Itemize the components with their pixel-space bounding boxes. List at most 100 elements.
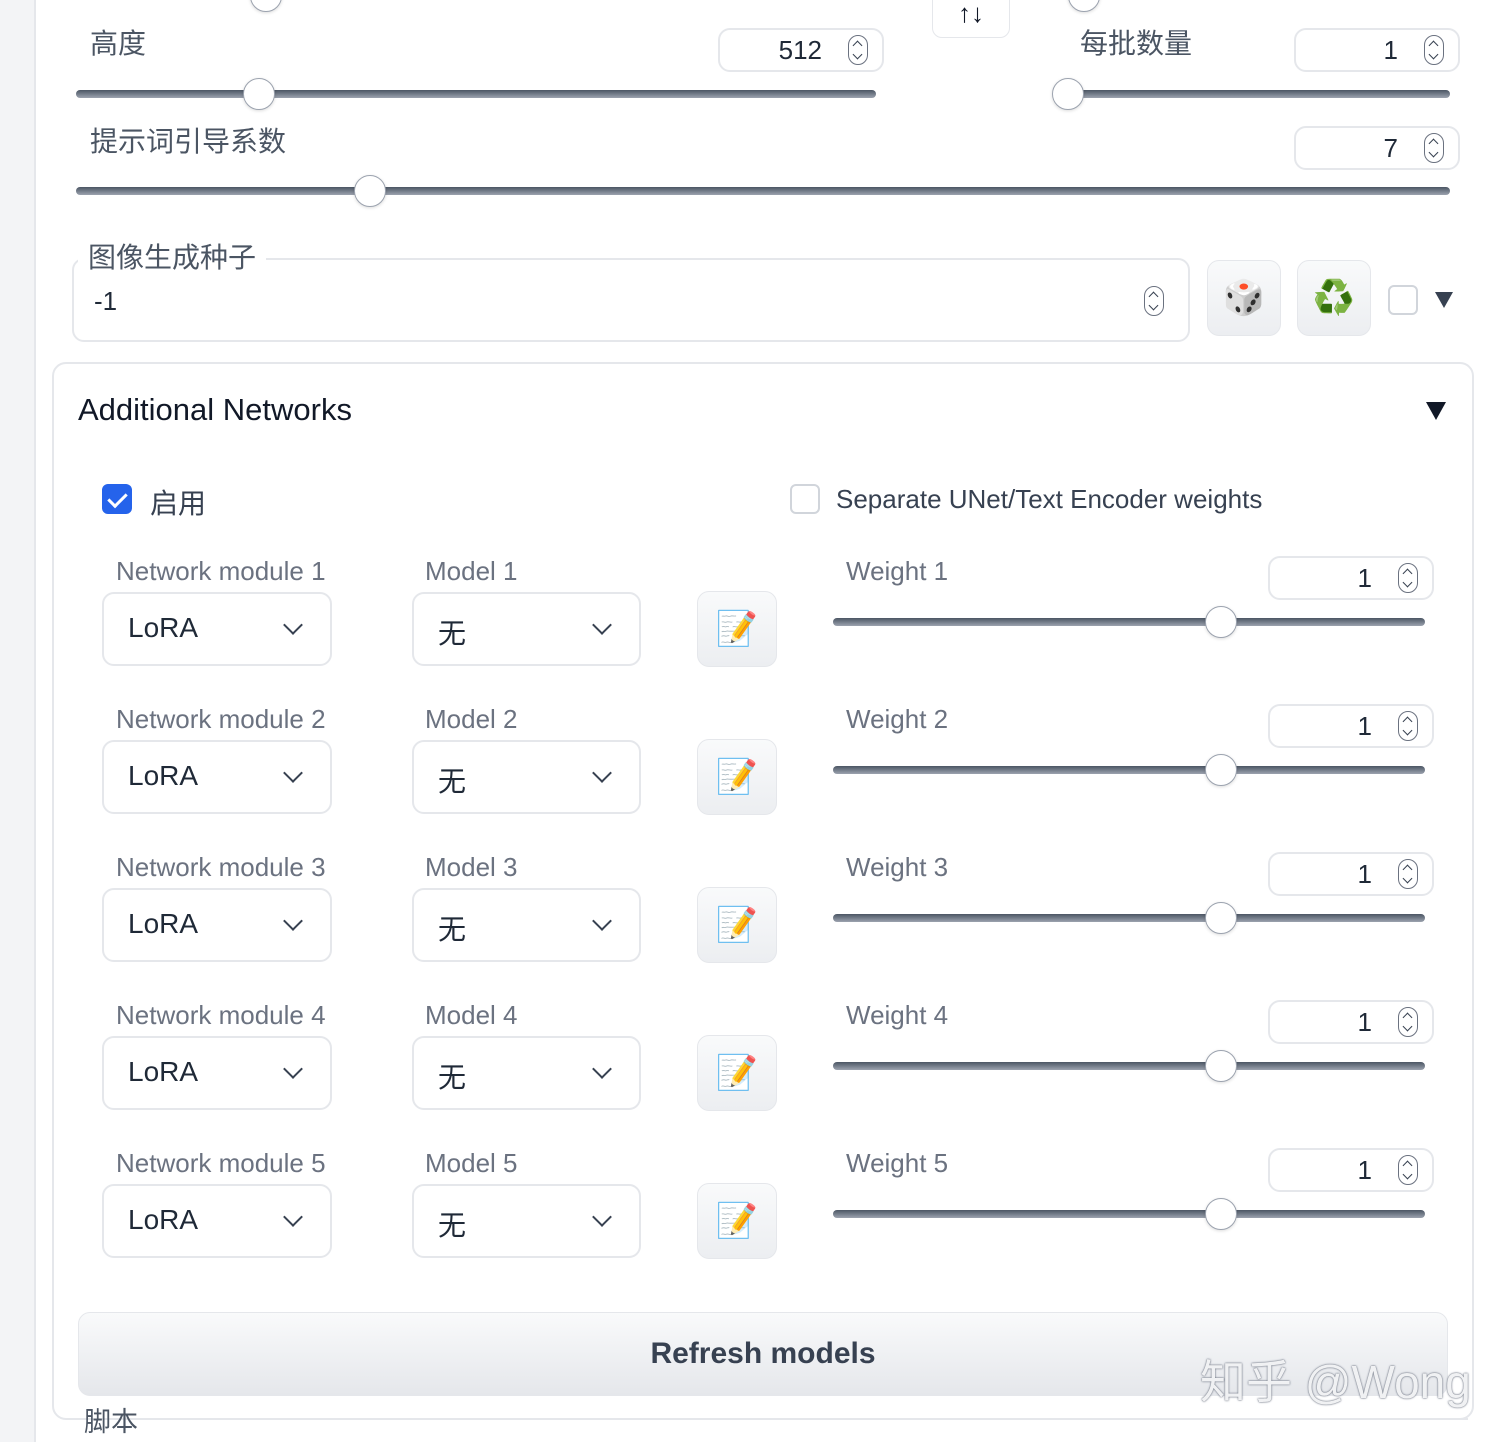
- refresh-models-label: Refresh models: [650, 1337, 876, 1370]
- swap-dimensions-button[interactable]: ↑↓: [932, 0, 1010, 38]
- weight-label-5: Weight 5: [846, 1148, 949, 1178]
- weight-value: 1: [1357, 1006, 1372, 1037]
- batch-size-spinner-icon[interactable]: [1424, 35, 1444, 65]
- network-module-select-5[interactable]: LoRA: [102, 1184, 332, 1258]
- weight-slider-thumb-3[interactable]: [1204, 902, 1237, 934]
- weight-slider-track-4[interactable]: [833, 1062, 1425, 1070]
- cfg-scale-value: 7: [1383, 132, 1398, 163]
- weight-number-input-1[interactable]: 1: [1268, 556, 1434, 600]
- seed-label: 图像生成种子: [78, 236, 267, 276]
- weight-spinner-icon[interactable]: [1398, 711, 1418, 741]
- weight-label-3: Weight 3: [846, 852, 949, 882]
- network-module-select-2[interactable]: LoRA: [102, 740, 332, 814]
- swap-icon: ↑↓: [958, 0, 984, 28]
- model-value: 无: [438, 1062, 467, 1093]
- chevron-down-icon: [283, 763, 303, 783]
- cfg-scale-slider-thumb[interactable]: [353, 175, 386, 207]
- weight-slider-track-5[interactable]: [833, 1210, 1425, 1218]
- weight-value: 1: [1357, 710, 1372, 741]
- height-slider-track[interactable]: [76, 90, 876, 98]
- weight-number-input-4[interactable]: 1: [1268, 1000, 1434, 1044]
- model-label-1: Model 1: [425, 556, 518, 586]
- reuse-seed-button[interactable]: ♻️: [1297, 260, 1371, 336]
- edit-model-button-2[interactable]: 📝: [697, 739, 777, 815]
- separate-weights-label: Separate UNet/Text Encoder weights: [836, 484, 1263, 514]
- model-value: 无: [438, 914, 467, 945]
- seed-spinner-icon[interactable]: [1144, 286, 1164, 316]
- dice-icon: 🎲: [1222, 279, 1266, 317]
- chevron-down-icon: [592, 763, 612, 783]
- memo-edit-icon: 📝: [715, 1202, 759, 1240]
- batch-size-slider-track[interactable]: [1068, 90, 1450, 98]
- chevron-down-icon: [592, 1059, 612, 1079]
- weight-slider-thumb-5[interactable]: [1204, 1198, 1237, 1230]
- weight-slider-thumb-2[interactable]: [1204, 754, 1237, 786]
- enable-label: 启用: [150, 488, 207, 519]
- memo-edit-icon: 📝: [715, 906, 759, 944]
- height-slider-thumb[interactable]: [242, 78, 275, 110]
- model-label-2: Model 2: [425, 704, 518, 734]
- network-module-select-3[interactable]: LoRA: [102, 888, 332, 962]
- scripts-label: 脚本: [84, 1407, 138, 1437]
- network-module-label-3: Network module 3: [116, 852, 326, 882]
- cfg-scale-slider-track[interactable]: [76, 187, 1450, 195]
- model-select-2[interactable]: 无: [412, 740, 641, 814]
- weight-value: 1: [1357, 858, 1372, 889]
- separate-weights-checkbox[interactable]: [790, 484, 820, 514]
- height-number-input[interactable]: 512: [718, 28, 884, 72]
- network-module-value: LoRA: [128, 612, 199, 643]
- weight-slider-thumb-4[interactable]: [1204, 1050, 1237, 1082]
- weight-slider-track-2[interactable]: [833, 766, 1425, 774]
- batch-size-slider-thumb[interactable]: [1052, 78, 1084, 110]
- random-seed-button[interactable]: 🎲: [1207, 260, 1281, 336]
- model-value: 无: [438, 766, 467, 797]
- extra-seed-toggle-icon[interactable]: [1435, 292, 1453, 308]
- cut-off-slider-thumb-right[interactable]: [1068, 0, 1100, 12]
- enable-checkbox[interactable]: [102, 484, 132, 514]
- model-select-3[interactable]: 无: [412, 888, 641, 962]
- weight-slider-thumb-1[interactable]: [1204, 606, 1237, 638]
- weight-label-1: Weight 1: [846, 556, 949, 586]
- additional-networks-title[interactable]: Additional Networks: [78, 392, 352, 428]
- model-select-1[interactable]: 无: [412, 592, 641, 666]
- network-module-value: LoRA: [128, 1056, 199, 1087]
- watermark-text: 知乎 @Wong: [1200, 1356, 1471, 1408]
- network-module-label-2: Network module 2: [116, 704, 326, 734]
- model-label-5: Model 5: [425, 1148, 518, 1178]
- height-spinner-icon[interactable]: [848, 35, 868, 65]
- network-module-select-4[interactable]: LoRA: [102, 1036, 332, 1110]
- weight-spinner-icon[interactable]: [1398, 563, 1418, 593]
- network-module-label-1: Network module 1: [116, 556, 326, 586]
- network-module-value: LoRA: [128, 908, 199, 939]
- edit-model-button-3[interactable]: 📝: [697, 887, 777, 963]
- edit-model-button-5[interactable]: 📝: [697, 1183, 777, 1259]
- model-select-4[interactable]: 无: [412, 1036, 641, 1110]
- weight-slider-track-1[interactable]: [833, 618, 1425, 626]
- weight-spinner-icon[interactable]: [1398, 859, 1418, 889]
- weight-number-input-2[interactable]: 1: [1268, 704, 1434, 748]
- extra-seed-checkbox[interactable]: [1388, 285, 1418, 315]
- weight-spinner-icon[interactable]: [1398, 1155, 1418, 1185]
- chevron-down-icon: [592, 615, 612, 635]
- edit-model-button-4[interactable]: 📝: [697, 1035, 777, 1111]
- network-module-value: LoRA: [128, 1204, 199, 1235]
- cfg-scale-number-input[interactable]: 7: [1294, 126, 1460, 170]
- scripts-divider: [150, 1418, 1468, 1420]
- collapse-panel-icon[interactable]: [1426, 402, 1446, 420]
- edit-model-button-1[interactable]: 📝: [697, 591, 777, 667]
- network-module-select-1[interactable]: LoRA: [102, 592, 332, 666]
- model-label-4: Model 4: [425, 1000, 518, 1030]
- weight-number-input-3[interactable]: 1: [1268, 852, 1434, 896]
- model-label-3: Model 3: [425, 852, 518, 882]
- model-value: 无: [438, 1210, 467, 1241]
- memo-edit-icon: 📝: [715, 1054, 759, 1092]
- cut-off-slider-thumb-left[interactable]: [250, 0, 282, 12]
- model-select-5[interactable]: 无: [412, 1184, 641, 1258]
- weight-spinner-icon[interactable]: [1398, 1007, 1418, 1037]
- cfg-scale-spinner-icon[interactable]: [1424, 133, 1444, 163]
- network-module-value: LoRA: [128, 760, 199, 791]
- weight-label-4: Weight 4: [846, 1000, 949, 1030]
- weight-slider-track-3[interactable]: [833, 914, 1425, 922]
- batch-size-number-input[interactable]: 1: [1294, 28, 1460, 72]
- weight-number-input-5[interactable]: 1: [1268, 1148, 1434, 1192]
